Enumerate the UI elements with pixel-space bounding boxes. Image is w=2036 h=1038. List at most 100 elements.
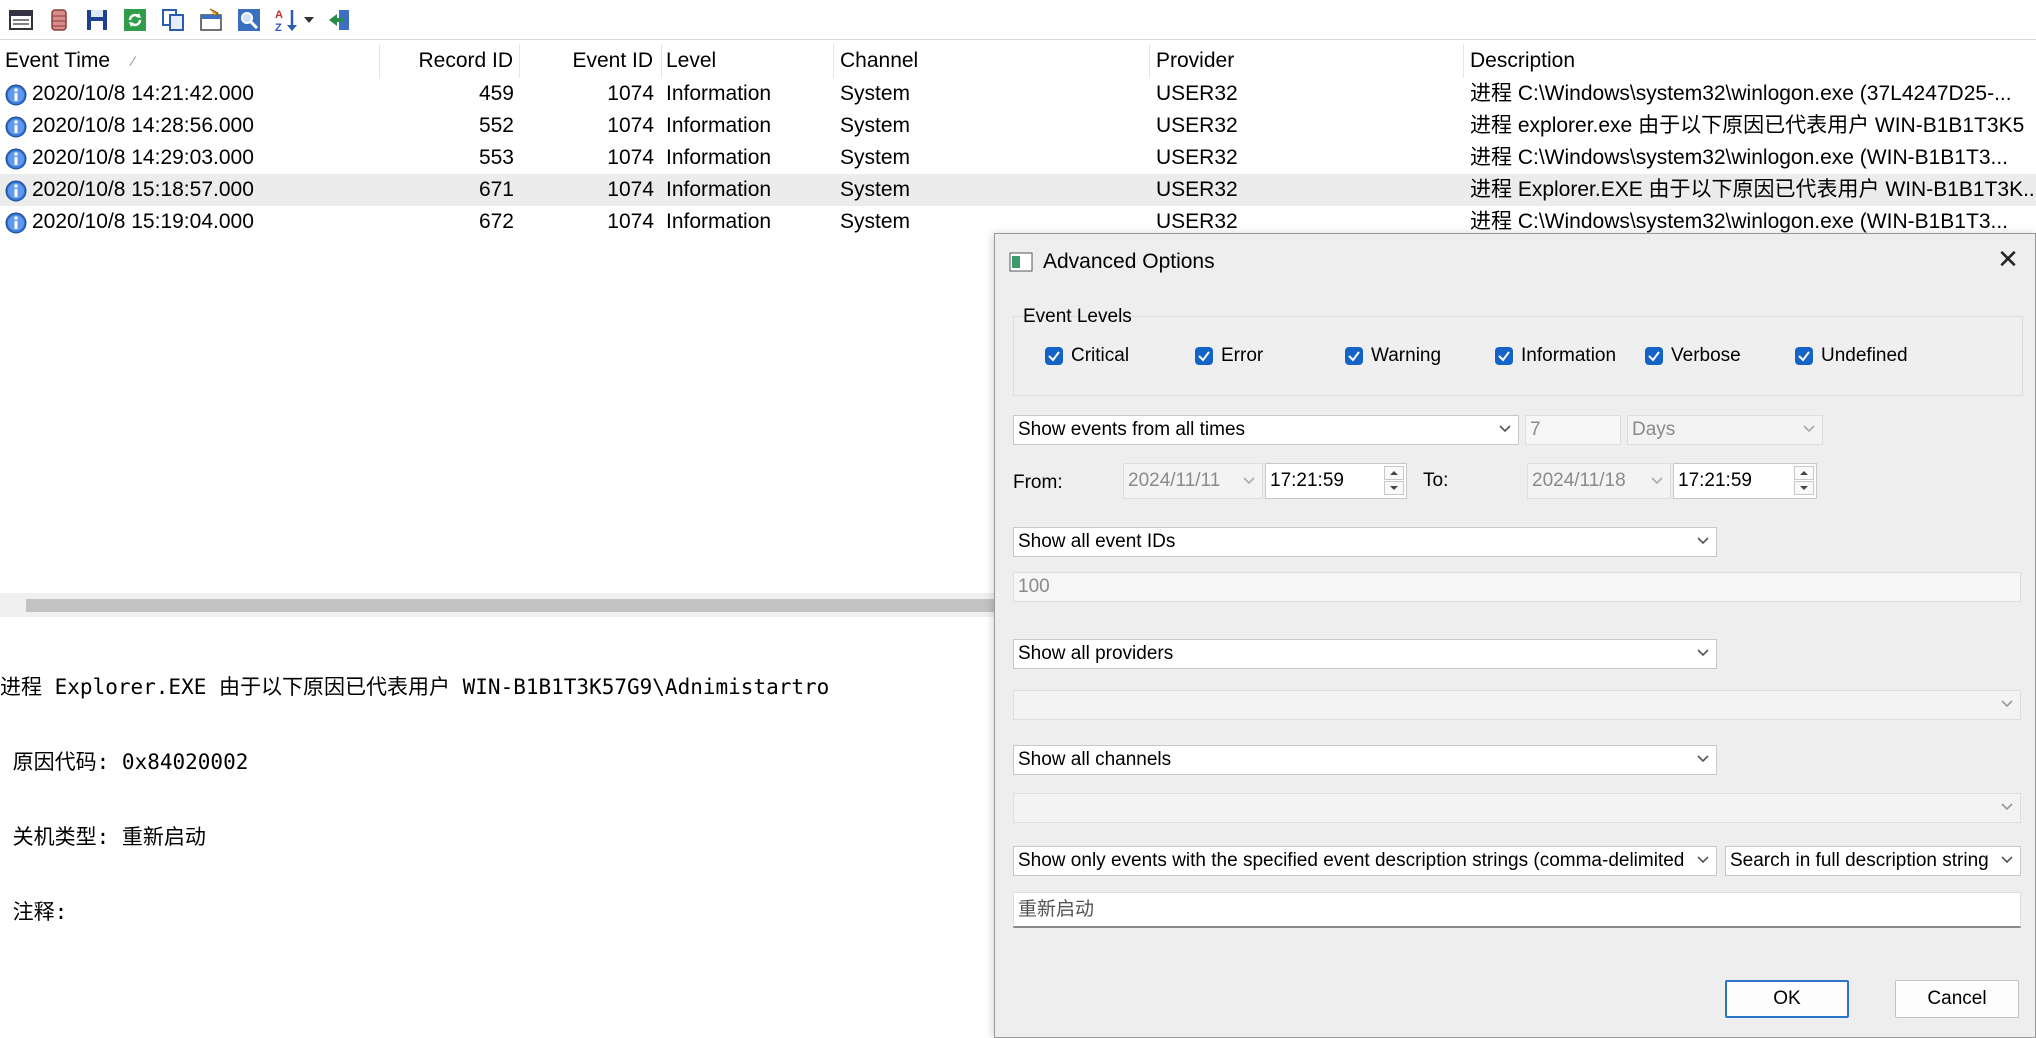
chevron-down-icon	[2001, 700, 2013, 708]
cell-event-id: 1074	[607, 146, 654, 169]
detail-line: 原因代码: 0x84020002	[0, 750, 249, 774]
cell-event-id: 1074	[607, 114, 654, 137]
ok-button[interactable]: OK	[1725, 980, 1849, 1018]
cell-event-time: 2020/10/8 14:29:03.000	[32, 146, 254, 169]
find-icon[interactable]	[234, 5, 264, 35]
time-spinner[interactable]	[1384, 466, 1404, 498]
column-header-description[interactable]: Description	[1464, 44, 2036, 78]
chevron-down-icon	[1697, 755, 1709, 763]
chevron-down-icon	[1651, 477, 1663, 485]
dialog-title: Advanced Options	[1043, 250, 1215, 273]
dropdown-arrow-icon[interactable]	[302, 5, 316, 35]
time-filter-select[interactable]: Show events from all times	[1013, 415, 1519, 445]
checkmark-icon	[1495, 347, 1513, 365]
providers-filter-select[interactable]: Show all providers	[1013, 639, 1717, 669]
cell-event-time: 2020/10/8 15:19:04.000	[32, 210, 254, 233]
window-app-icon	[1009, 252, 1033, 272]
properties-icon[interactable]	[196, 5, 226, 35]
providers-list-select[interactable]	[1013, 690, 2021, 720]
time-filter-value: Show events from all times	[1018, 419, 1246, 440]
checkmark-icon	[1045, 347, 1063, 365]
cancel-button[interactable]: Cancel	[1895, 980, 2019, 1018]
cell-provider: USER32	[1156, 82, 1238, 105]
information-icon	[5, 148, 27, 170]
exit-icon[interactable]	[324, 5, 354, 35]
column-header-label: Record ID	[418, 49, 513, 72]
detail-line: 注释:	[0, 900, 68, 924]
save-icon[interactable]	[82, 5, 112, 35]
table-row[interactable]: 2020/10/8 14:21:42.000 459 1074 Informat…	[0, 78, 2036, 110]
channels-filter-select[interactable]: Show all channels	[1013, 745, 1717, 775]
checkbox-label: Undefined	[1821, 345, 1908, 366]
event-ids-input-value: 100	[1018, 576, 1050, 597]
checkbox-label: Error	[1221, 345, 1264, 366]
channels-list-select[interactable]	[1013, 793, 2021, 823]
advanced-options-dialog: Advanced Options ✕ Event Levels Critical…	[994, 233, 2036, 1038]
cell-record-id: 553	[478, 146, 514, 169]
column-header-provider[interactable]: Provider	[1150, 44, 1464, 78]
cell-description: 进程 C:\Windows\system32\winlogon.exe (WIN…	[1470, 146, 2009, 169]
information-icon	[5, 180, 27, 202]
scrollbar-thumb[interactable]	[26, 599, 1000, 612]
chevron-down-icon	[1697, 537, 1709, 545]
new-window-icon[interactable]	[6, 5, 36, 35]
cell-event-id: 1074	[607, 82, 654, 105]
to-label: To:	[1423, 470, 1449, 491]
column-header-label: Event Time	[5, 49, 111, 72]
description-strings-input[interactable]: 重新启动	[1013, 892, 2021, 928]
database-icon[interactable]	[44, 5, 74, 35]
checkbox-verbose[interactable]: Verbose	[1645, 345, 1741, 367]
event-ids-filter-select[interactable]: Show all event IDs	[1013, 527, 1717, 557]
information-icon	[5, 212, 27, 234]
time-spinner[interactable]	[1794, 466, 1814, 498]
chevron-down-icon	[1697, 856, 1709, 864]
copy-icon[interactable]	[158, 5, 188, 35]
checkbox-information[interactable]: Information	[1495, 345, 1616, 367]
spin-up-icon[interactable]	[1794, 466, 1814, 480]
column-header-channel[interactable]: Channel	[834, 44, 1150, 78]
to-time-value: 17:21:59	[1678, 470, 1752, 491]
checkbox-label: Critical	[1071, 345, 1130, 366]
refresh-icon[interactable]	[120, 5, 150, 35]
from-date-picker[interactable]: 2024/11/11	[1123, 463, 1263, 499]
column-header-label: Level	[666, 49, 717, 72]
horizontal-scrollbar[interactable]	[0, 593, 1000, 617]
checkbox-warning[interactable]: Warning	[1345, 345, 1441, 367]
spin-down-icon[interactable]	[1384, 481, 1404, 495]
table-row[interactable]: 2020/10/8 15:18:57.000 671 1074 Informat…	[0, 174, 2036, 206]
checkbox-critical[interactable]: Critical	[1045, 345, 1129, 367]
column-header-event-time[interactable]: Event Time ⁄	[0, 44, 380, 78]
cell-event-id: 1074	[607, 210, 654, 233]
event-ids-input[interactable]: 100	[1013, 572, 2021, 602]
from-date-value: 2024/11/11	[1128, 470, 1221, 491]
cell-record-id: 671	[478, 178, 514, 201]
cell-level: Information	[666, 146, 772, 169]
from-time-input[interactable]: 17:21:59	[1265, 463, 1407, 499]
column-header-level[interactable]: Level	[662, 44, 834, 78]
spin-down-icon[interactable]	[1794, 481, 1814, 495]
cell-description: 进程 explorer.exe 由于以下原因已代表用户 WIN-B1B1T3K5	[1470, 114, 2025, 137]
cell-provider: USER32	[1156, 146, 1238, 169]
chevron-down-icon	[2001, 803, 2013, 811]
to-date-picker[interactable]: 2024/11/18	[1527, 463, 1671, 499]
checkbox-error[interactable]: Error	[1195, 345, 1263, 367]
time-unit-select[interactable]: Days	[1627, 415, 1823, 445]
column-header-record-id[interactable]: Record ID	[380, 44, 520, 78]
table-row[interactable]: 2020/10/8 14:28:56.000 552 1074 Informat…	[0, 110, 2036, 142]
column-header-event-id[interactable]: Event ID	[520, 44, 662, 78]
column-header-label: Event ID	[572, 49, 653, 72]
cell-record-id: 672	[478, 210, 514, 233]
checkbox-undefined[interactable]: Undefined	[1795, 345, 1908, 367]
close-icon[interactable]: ✕	[1995, 246, 2021, 272]
cell-level: Information	[666, 114, 772, 137]
svg-text:A: A	[275, 9, 283, 21]
to-time-input[interactable]: 17:21:59	[1673, 463, 1817, 499]
sort-icon[interactable]: AZ	[272, 5, 302, 35]
description-filter-select[interactable]: Show only events with the specified even…	[1013, 846, 1717, 876]
spin-up-icon[interactable]	[1384, 466, 1404, 480]
sort-indicator-icon: ⁄	[132, 53, 135, 69]
time-amount-input[interactable]: 7	[1525, 415, 1621, 445]
table-row[interactable]: 2020/10/8 14:29:03.000 553 1074 Informat…	[0, 142, 2036, 174]
cell-event-time: 2020/10/8 15:18:57.000	[32, 178, 254, 201]
description-search-mode-select[interactable]: Search in full description string (	[1725, 846, 2021, 876]
